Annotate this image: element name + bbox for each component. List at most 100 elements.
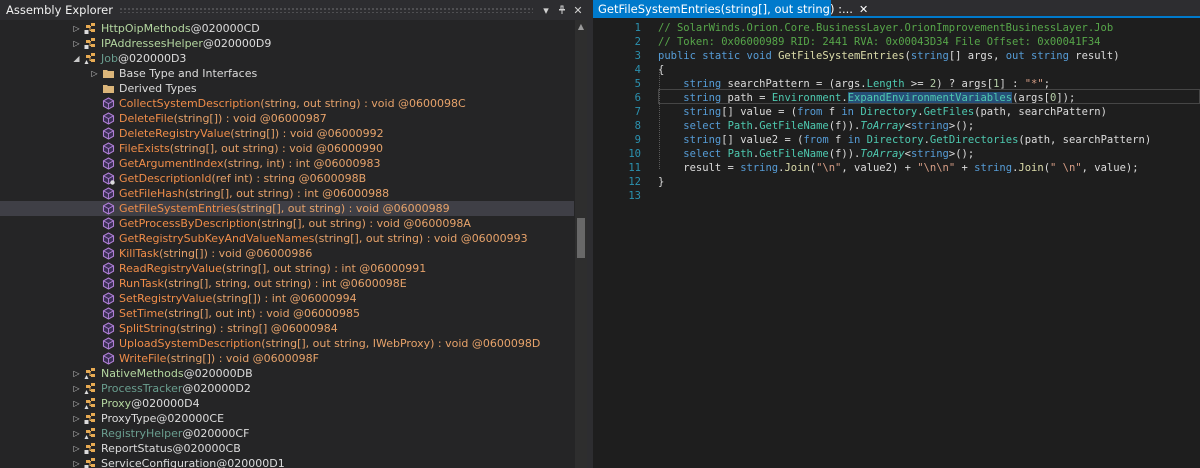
tree-row[interactable]: CollectSystemDescription (string, out str… — [0, 96, 574, 111]
tree-row[interactable]: DeleteRegistryValue (string[]) : void @06… — [0, 126, 574, 141]
internal-class-icon — [84, 397, 97, 410]
code-token: out string — [1005, 50, 1069, 62]
code-text: // Token: 0x06000989 RID: 2441 RVA: 0x00… — [658, 36, 1101, 48]
tab-getfilesystementries[interactable]: GetFileSystemEntries(string[], out strin… — [593, 0, 868, 18]
tree-item-signature: @020000CB — [172, 442, 241, 455]
expand-arrow-icon[interactable]: ▷ — [72, 441, 81, 456]
tree-item-name: Proxy — [101, 397, 132, 410]
method-icon — [102, 232, 115, 245]
line-number: 10 — [628, 148, 641, 160]
code-line[interactable]: 2 // Token: 0x06000989 RID: 2441 RVA: 0x0… — [593, 35, 1200, 49]
tree-row[interactable]: ▷ Proxy @020000D4 — [0, 396, 574, 411]
collapse-arrow-icon[interactable]: ◢ — [72, 51, 81, 66]
tree-row[interactable]: DeleteFile (string[]) : void @06000987 — [0, 111, 574, 126]
code-token: [] value2 = ( — [721, 134, 804, 146]
tree-row[interactable]: ▷ ProxyType @020000CE — [0, 411, 574, 426]
tree-row[interactable]: ◢ Job @020000D3 — [0, 51, 574, 66]
tree-item-signature: @020000D4 — [131, 397, 200, 410]
code-line[interactable]: 11 result = string.Join("\n", value2) + … — [593, 161, 1200, 175]
code-token: select — [683, 148, 722, 160]
tree-row[interactable]: SetRegistryValue (string[]) : int @060009… — [0, 291, 574, 306]
code-text: select Path.GetFileName(f)).ToArray<stri… — [658, 120, 974, 132]
code-line[interactable]: 12} — [593, 175, 1200, 189]
tree-row[interactable]: ▷ IPAddressesHelper @020000D9 — [0, 36, 574, 51]
close-icon[interactable]: ✕ — [571, 2, 585, 18]
tree-item-name: RegistryHelper — [101, 427, 183, 440]
tree-item-name: ServiceConfiguration — [101, 457, 217, 468]
code-line[interactable]: 7 string[] value = (from f in Directory.… — [593, 105, 1200, 119]
tree-row[interactable]: ▷ HttpOipMethods @020000CD — [0, 21, 574, 36]
close-icon[interactable]: ✕ — [859, 3, 868, 16]
tree-row[interactable]: ▷ ServiceConfiguration @020000D1 — [0, 456, 574, 468]
tree-row[interactable]: ▷ Base Type and Interfaces — [0, 66, 574, 81]
tree-row[interactable]: WriteFile (string[]) : void @0600098F — [0, 351, 574, 366]
tree-row[interactable]: ▷ ReportStatus @020000CB — [0, 441, 574, 456]
tree-row[interactable]: GetProcessByDescription (string[], out st… — [0, 216, 574, 231]
code-area[interactable]: 1 // SolarWinds.Orion.Core.BusinessLayer.… — [593, 20, 1200, 468]
tree-item-name: DeleteRegistryValue — [119, 127, 231, 140]
code-line[interactable]: 3 public static void GetFileSystemEntries… — [593, 49, 1200, 63]
vertical-scrollbar[interactable]: ▲ — [575, 20, 587, 468]
code-line[interactable]: 9 string[] value2 = (from f in Directory… — [593, 133, 1200, 147]
method-icon-graphic — [102, 97, 115, 110]
expand-arrow-icon[interactable]: ▷ — [72, 411, 81, 426]
code-text: string[] value = (from f in Directory.Ge… — [658, 106, 1107, 118]
pin-icon[interactable] — [555, 2, 569, 18]
scrollbar-thumb[interactable] — [577, 218, 585, 258]
panel-grip[interactable] — [118, 7, 533, 13]
code-token: GetFileName — [759, 148, 829, 160]
code-line[interactable]: 1 // SolarWinds.Orion.Core.BusinessLayer.… — [593, 21, 1200, 35]
tree-row[interactable]: ▷ RegistryHelper @020000CF — [0, 426, 574, 441]
code-token: , value2) + — [841, 162, 918, 174]
code-token: string — [740, 162, 779, 174]
indent-guide — [659, 72, 660, 170]
tree-row[interactable]: KillTask (string[]) : void @06000986 — [0, 246, 574, 261]
code-line[interactable]: 4{ — [593, 63, 1200, 77]
expand-arrow-icon[interactable]: ▷ — [72, 21, 81, 36]
tree-item-signature: (string[], out int) : void @06000985 — [163, 307, 361, 320]
method-icon-graphic — [102, 142, 115, 155]
code-token: public static void — [658, 50, 779, 62]
code-line[interactable]: 10 select Path.GetFileName(f)).ToArray<s… — [593, 147, 1200, 161]
tree-row[interactable]: ▷ NativeMethods @020000DB — [0, 366, 574, 381]
tree-row[interactable]: FileExists (string[], out string) : void … — [0, 141, 574, 156]
tree-item-signature: (string[]) : int @06000994 — [212, 292, 357, 305]
code-line[interactable]: 8 select Path.GetFileName(f)).ToArray<st… — [593, 119, 1200, 133]
method-icon — [102, 97, 115, 110]
expand-arrow-icon[interactable]: ▷ — [72, 36, 81, 51]
tree-row[interactable]: RunTask (string[], string, out string) : … — [0, 276, 574, 291]
tree-item-name: ProxyType — [101, 412, 157, 425]
tree-item-signature: (string[], out string) : void @0600098A — [257, 217, 471, 230]
tab-label: GetFileSystemEntries(string[], out strin… — [598, 2, 853, 16]
tree-row[interactable]: SplitString (string) : string[] @06000984 — [0, 321, 574, 336]
tree-row[interactable]: ▷ ProcessTracker @020000D2 — [0, 381, 574, 396]
code-line[interactable]: 13 — [593, 189, 1200, 203]
tree-row[interactable]: UploadSystemDescription (string[], out st… — [0, 336, 574, 351]
tree-row[interactable]: GetFileSystemEntries (string[], out strin… — [0, 201, 574, 216]
tree-row[interactable]: Derived Types — [0, 81, 574, 96]
method-icon-graphic — [102, 277, 115, 290]
method-icon — [102, 322, 115, 335]
tree-row[interactable]: GetDescriptionId (ref int) : string @0600… — [0, 171, 574, 186]
expand-arrow-icon[interactable]: ▷ — [72, 456, 81, 468]
expand-arrow-icon[interactable]: ▷ — [72, 396, 81, 411]
tree-row[interactable]: ReadRegistryValue (string[], out string) … — [0, 261, 574, 276]
expand-arrow-icon[interactable]: ▷ — [72, 426, 81, 441]
expand-arrow-icon[interactable]: ▷ — [90, 66, 99, 81]
tree-row[interactable]: GetRegistrySubKeyAndValueNames (string[],… — [0, 231, 574, 246]
dropdown-arrow-icon[interactable]: ▾ — [539, 2, 553, 18]
tree-row[interactable]: GetArgumentIndex (string, int) : int @060… — [0, 156, 574, 171]
code-token: from — [797, 106, 823, 118]
scroll-up-icon[interactable]: ▲ — [575, 20, 587, 32]
expand-arrow-icon[interactable]: ▷ — [72, 366, 81, 381]
internal-class-icon-graphic — [84, 53, 95, 64]
tree-row[interactable]: GetFileHash (string[], out string) : int … — [0, 186, 574, 201]
tree-row[interactable]: SetTime (string[], out int) : void @06000… — [0, 306, 574, 321]
folder-icon-graphic — [103, 85, 114, 93]
expand-arrow-icon[interactable]: ▷ — [72, 381, 81, 396]
